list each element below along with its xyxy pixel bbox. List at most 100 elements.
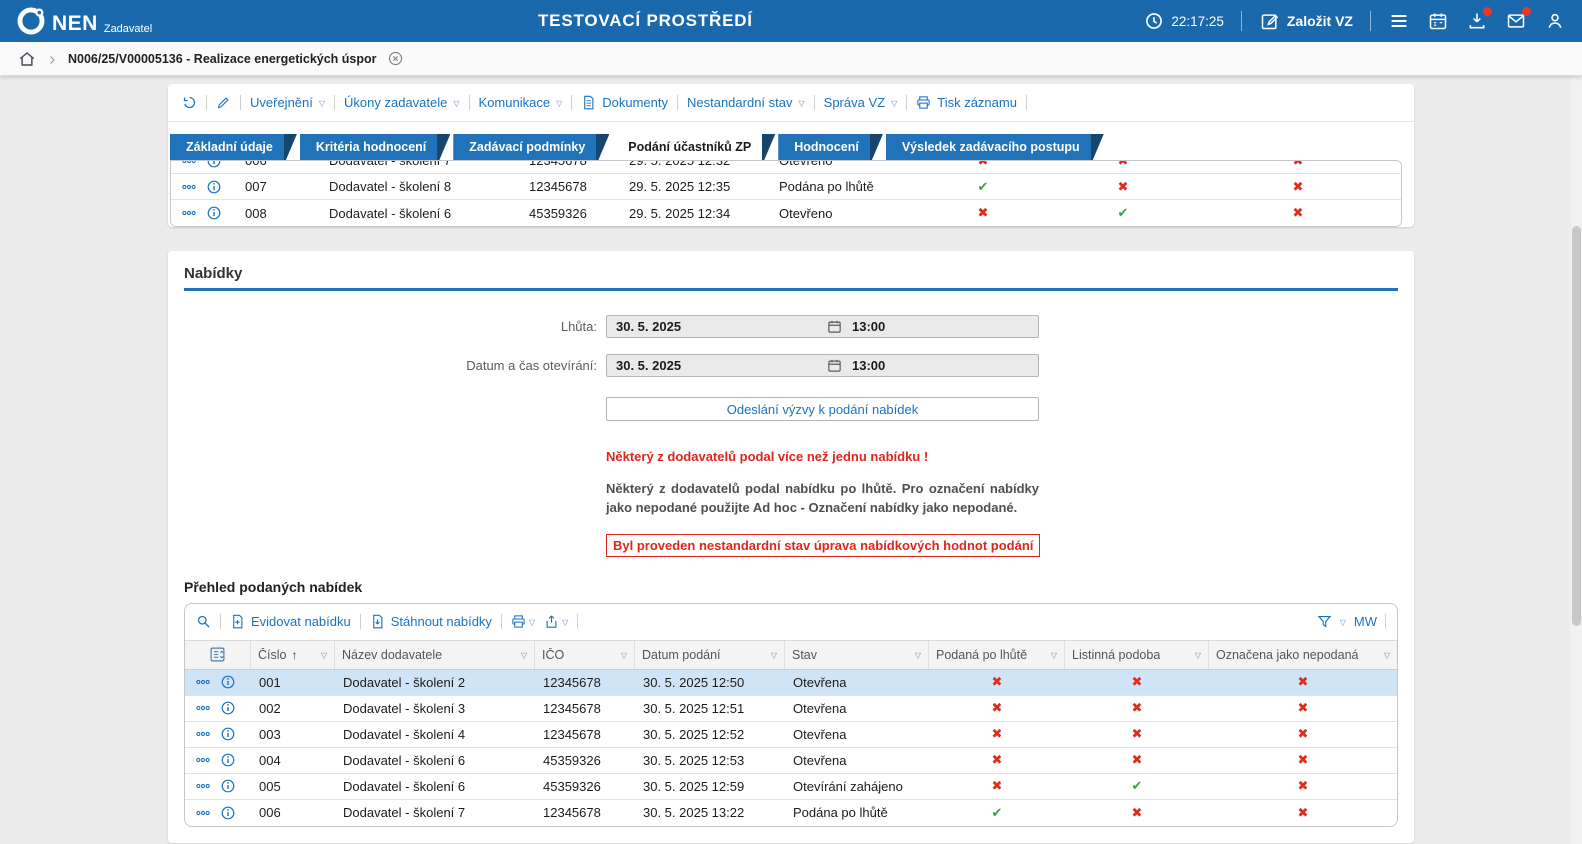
table-row[interactable]: 007 Dodavatel - školení 8 12345678 29. 5. 2… — [171, 174, 1401, 200]
row-info-button[interactable] — [220, 778, 236, 794]
column-header-ico[interactable]: IČO ▽ — [535, 640, 635, 669]
row-number: 004 — [259, 752, 281, 768]
row-menu-button[interactable] — [195, 674, 211, 690]
row-date: 29. 5. 2025 12:35 — [629, 179, 731, 194]
podana-po-lhute-caret-icon: ▽ — [1050, 650, 1057, 660]
toolbar-item-uverejneni[interactable]: Uveřejnění ▽ — [250, 95, 325, 110]
calendar-icon[interactable] — [827, 319, 842, 334]
table-row[interactable]: 005 Dodavatel - školení 6 45359326 30. 5. 2… — [185, 773, 1397, 800]
view-preset[interactable]: MW — [1354, 614, 1377, 629]
deadline-date-input[interactable]: 30. 5. 2025 — [607, 319, 827, 334]
scrollbar-thumb[interactable] — [1572, 226, 1581, 626]
toolbar-item-nestandardni-stav[interactable]: Nestandardní stav ▽ — [687, 95, 805, 110]
row-info-button[interactable] — [206, 179, 222, 195]
export-button[interactable]: ▽ — [544, 614, 568, 629]
register-offer-button[interactable]: Evidovat nabídku — [230, 614, 351, 629]
column-header-oznacena-jako-nepodana[interactable]: Označena jako nepodaná ▽ — [1209, 641, 1397, 669]
view-dropdown-button[interactable]: ▽ — [1340, 617, 1346, 627]
row-late-flag: ✖ — [929, 778, 1065, 794]
column-header-datum-podani[interactable]: Datum podání ▽ — [635, 640, 785, 669]
menu-button[interactable] — [1388, 10, 1410, 32]
warning-multiple-offers: Některý z dodavatelů podal více než jedn… — [606, 449, 929, 464]
toolbar-item-label: Správa VZ — [823, 95, 886, 110]
column-settings-button[interactable] — [185, 640, 251, 669]
cross-icon: ✖ — [977, 205, 989, 220]
table-row[interactable]: 002 Dodavatel - školení 3 12345678 30. 5. 2… — [185, 695, 1397, 722]
send-invitation-button[interactable]: Odeslání výzvy k podání nabídek — [606, 397, 1039, 421]
row-late-flag: ✔ — [929, 805, 1065, 821]
column-header-cislo[interactable]: Číslo ↑ ▽ — [251, 640, 335, 669]
row-menu-button[interactable] — [195, 805, 211, 821]
row-menu-button[interactable] — [181, 179, 197, 195]
uverejneni-caret-icon: ▽ — [318, 98, 326, 108]
row-menu-button[interactable] — [181, 205, 197, 221]
row-date: 30. 5. 2025 12:51 — [643, 700, 745, 716]
row-info-button[interactable] — [206, 161, 222, 169]
tab-podani-ucastniku-zp[interactable]: Podání účastníků ZP — [612, 134, 775, 160]
tab-vysledek-zadavaciho-postupu[interactable]: Výsledek zadávacího postupu — [886, 134, 1104, 160]
row-info-button[interactable] — [220, 752, 236, 768]
row-info-button[interactable] — [206, 205, 222, 221]
home-button[interactable] — [18, 50, 36, 68]
create-vz-button[interactable]: Založit VZ — [1259, 10, 1353, 32]
close-record-button[interactable] — [387, 50, 404, 67]
table-row[interactable]: 004 Dodavatel - školení 6 45359326 30. 5. 2… — [185, 747, 1397, 774]
row-ico: 12345678 — [543, 726, 601, 742]
toolbar-item-sprava-vz[interactable]: Správa VZ ▽ — [824, 95, 898, 110]
row-menu-button[interactable] — [195, 778, 211, 794]
app-header: NEN Zadavatel TESTOVACÍ PROSTŘEDÍ 22:17:… — [0, 0, 1582, 42]
row-menu-button[interactable] — [181, 161, 197, 169]
messages-button[interactable] — [1505, 7, 1531, 32]
table-row[interactable]: 006 Dodavatel - školení 7 12345678 30. 5. 2… — [185, 799, 1397, 826]
export-icon — [544, 614, 559, 629]
tab-hodnoceni[interactable]: Hodnocení — [778, 134, 883, 160]
page-scrollbar[interactable] — [1571, 76, 1582, 844]
pencil-square-icon — [1259, 10, 1281, 32]
download-offers-button[interactable]: Stáhnout nabídky — [370, 614, 492, 629]
cross-icon: ✖ — [1131, 726, 1143, 742]
toolbar-item-tisk-zaznamu[interactable]: Tisk záznamu — [916, 95, 1017, 110]
column-header-podana-po-lhute[interactable]: Podaná po lhůtě ▽ — [929, 640, 1065, 669]
deadline-time-input[interactable]: 13:00 — [842, 319, 1038, 334]
column-header-listinna-podoba[interactable]: Listinná podoba ▽ — [1065, 640, 1209, 669]
edit-record-button[interactable] — [216, 95, 231, 110]
calendar-button[interactable] — [1427, 10, 1449, 32]
row-supplier: Dodavatel - školení 6 — [343, 778, 466, 794]
tab-kriteria-hodnoceni[interactable]: Kritéria hodnocení — [300, 134, 450, 160]
column-header-nazev-dodavatele[interactable]: Název dodavatele ▽ — [335, 640, 535, 669]
table-row[interactable]: 003 Dodavatel - školení 4 12345678 30. 5. 2… — [185, 721, 1397, 748]
toolbar-item-label: Úkony zadavatele — [344, 95, 448, 110]
row-menu-button[interactable] — [195, 752, 211, 768]
table-row[interactable]: 006Dodavatel - školení 71234567829. 5. 2… — [171, 161, 1401, 174]
column-label: Podaná po lhůtě — [936, 647, 1028, 662]
opening-time-input[interactable]: 13:00 — [842, 358, 1038, 373]
calendar-icon[interactable] — [827, 358, 842, 373]
row-menu-button[interactable] — [195, 726, 211, 742]
row-info-button[interactable] — [220, 700, 236, 716]
search-button[interactable] — [196, 614, 211, 629]
tab-zakladni-udaje[interactable]: Základní údaje — [170, 134, 297, 160]
nen-logo[interactable]: NEN Zadavatel — [16, 6, 152, 37]
toolbar-item-komunikace[interactable]: Komunikace ▽ — [479, 95, 563, 110]
opening-date-input[interactable]: 30. 5. 2025 — [607, 358, 827, 373]
hamburger-icon — [1389, 11, 1409, 31]
filter-button[interactable] — [1317, 614, 1332, 629]
row-not-submitted-flag: ✖ — [1195, 161, 1401, 169]
printer-icon — [916, 95, 931, 110]
column-header-stav[interactable]: Stav ▽ — [785, 640, 929, 669]
tab-zadavaci-podminky[interactable]: Zadávací podmínky — [453, 134, 609, 160]
profile-button[interactable] — [1544, 10, 1566, 32]
row-menu-button[interactable] — [195, 700, 211, 716]
view-caret-icon: ▽ — [1339, 617, 1346, 627]
row-date: 29. 5. 2025 12:32 — [621, 161, 771, 168]
downloads-button[interactable] — [1466, 7, 1492, 32]
history-button[interactable] — [182, 95, 197, 110]
row-info-button[interactable] — [220, 726, 236, 742]
toolbar-item-dokumenty[interactable]: Dokumenty — [581, 95, 668, 110]
row-info-button[interactable] — [220, 674, 236, 690]
print-button[interactable]: ▽ — [511, 614, 535, 629]
row-info-button[interactable] — [220, 805, 236, 821]
table-row[interactable]: 008 Dodavatel - školení 6 45359326 29. 5. 2… — [171, 200, 1401, 226]
table-row[interactable]: 001 Dodavatel - školení 2 12345678 30. 5. 2… — [185, 669, 1397, 696]
toolbar-item-ukony-zadavatele[interactable]: Úkony zadavatele ▽ — [344, 95, 460, 110]
